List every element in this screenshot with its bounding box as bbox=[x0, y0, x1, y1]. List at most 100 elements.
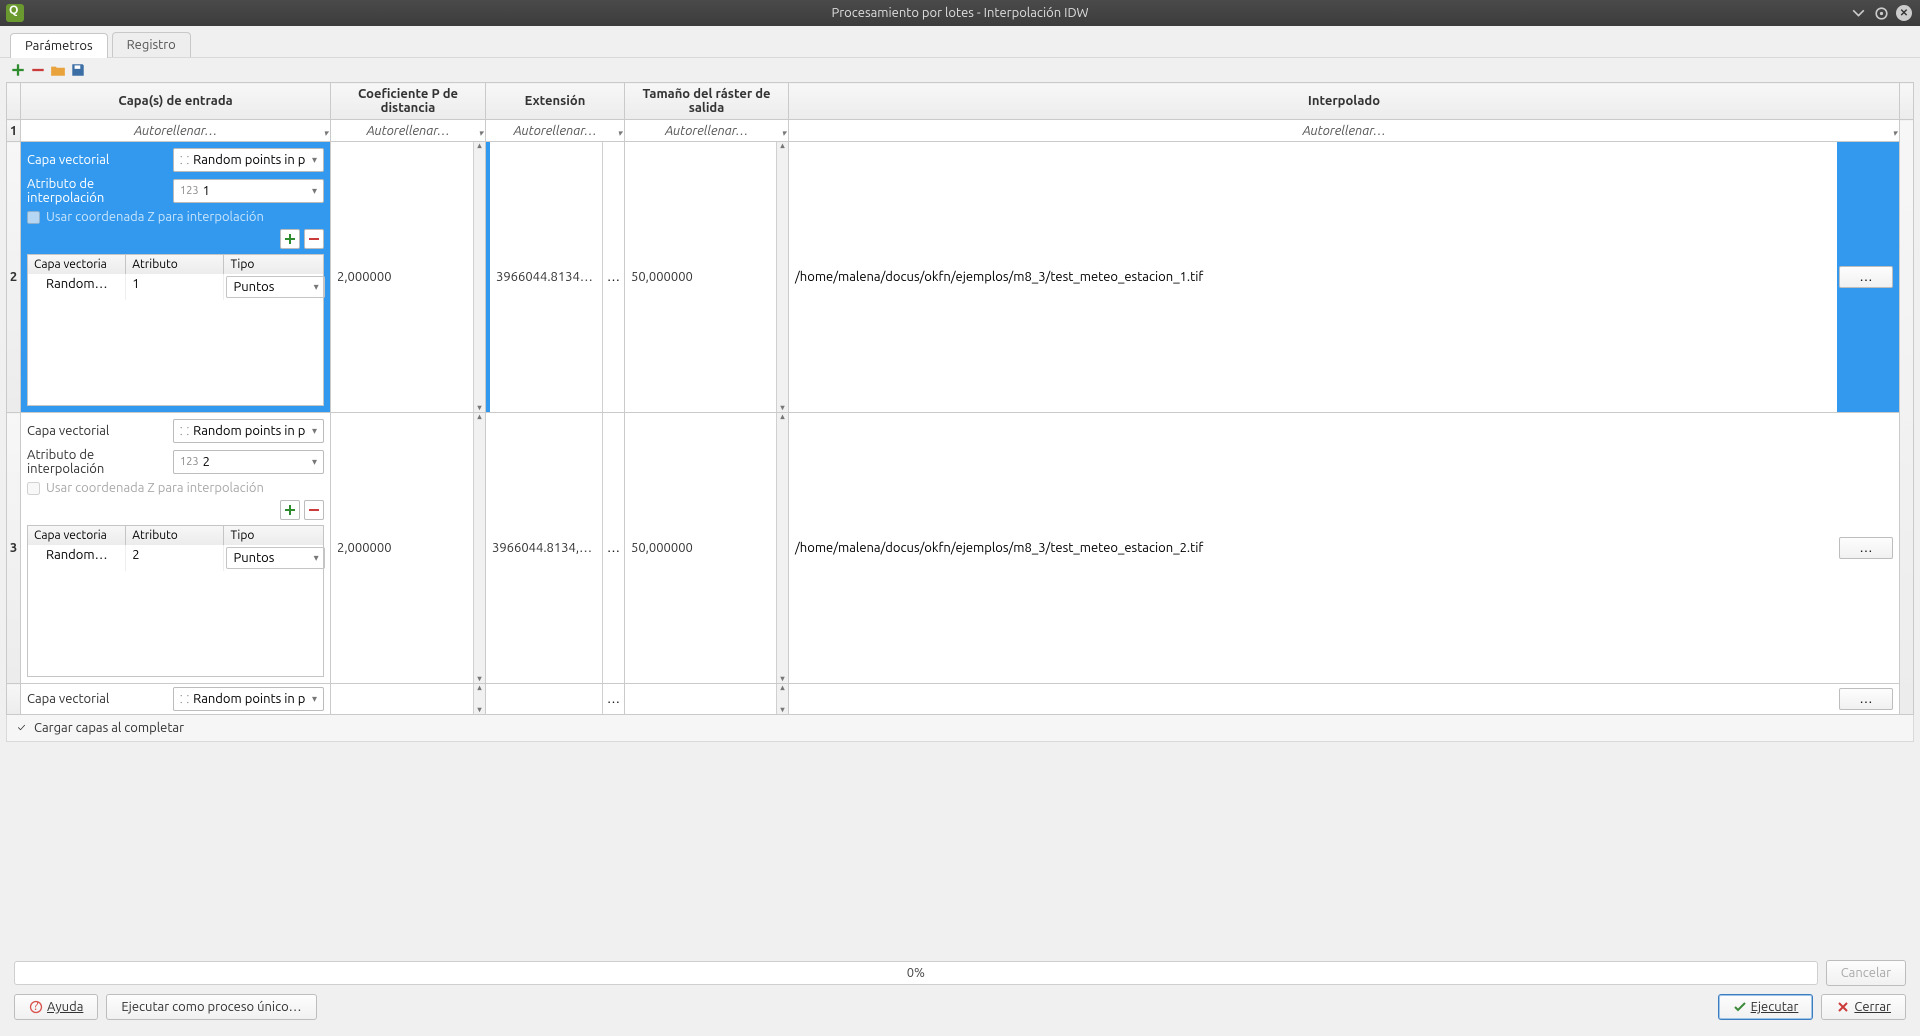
window-title: Procesamiento por lotes - Interpolación … bbox=[0, 6, 1920, 20]
attr-td-type[interactable]: Puntos▾ bbox=[226, 547, 324, 569]
attr-td-attr: 1 bbox=[126, 274, 224, 300]
cell-coef-row4[interactable]: ▴▾ bbox=[331, 684, 486, 715]
layer-panel-row4: Capa vectorial ⸬Random points in p▾ bbox=[21, 684, 330, 714]
vector-layer-select[interactable]: ⸬Random points in p▾ bbox=[173, 687, 324, 711]
vector-layer-select[interactable]: ⸬Random points in p▾ bbox=[173, 419, 324, 443]
vertical-scrollbar[interactable] bbox=[1900, 120, 1914, 715]
chevron-down-icon: ▾ bbox=[312, 154, 317, 166]
cell-interp-row4[interactable]: … bbox=[789, 684, 1900, 715]
attr-add-button[interactable] bbox=[280, 229, 300, 249]
autofill-raster[interactable]: Autorellenar…▾ bbox=[625, 120, 789, 142]
load-on-complete-row[interactable]: ✓ Cargar capas al completar bbox=[6, 715, 1914, 742]
attr-table: Capa vectoria Atributo Tipo Random… 2 Pu… bbox=[27, 525, 324, 677]
title-bar: Procesamiento por lotes - Interpolación … bbox=[0, 0, 1920, 26]
browse-output-button[interactable]: … bbox=[1839, 537, 1893, 559]
cell-coef-row3[interactable]: 2,000000▴▾ bbox=[331, 413, 486, 684]
cell-interp-row3[interactable]: /home/malena/docus/okfn/ejemplos/m8_3/te… bbox=[789, 413, 1900, 684]
run-button[interactable]: Ejecutar bbox=[1718, 994, 1814, 1020]
attr-remove-button[interactable] bbox=[304, 500, 324, 520]
help-button[interactable]: ? Ayuda bbox=[14, 994, 98, 1020]
open-batch-icon[interactable] bbox=[50, 62, 66, 78]
autofill-capas[interactable]: Autorellenar…▾ bbox=[21, 120, 331, 142]
attr-remove-button[interactable] bbox=[304, 229, 324, 249]
layer-panel-row3: Capa vectorial ⸬Random points in p▾ Atri… bbox=[21, 413, 330, 683]
cell-interp-row2[interactable]: /home/malena/docus/okfn/ejemplos/m8_3/te… bbox=[789, 142, 1900, 413]
cell-raster-row3[interactable]: 50,000000▴▾ bbox=[625, 413, 789, 684]
column-header-raster[interactable]: Tamaño del ráster de salida bbox=[625, 83, 789, 120]
interp-attr-label: Atributo de interpolación bbox=[27, 177, 167, 205]
chevron-down-icon: ▾ bbox=[478, 128, 483, 139]
column-header-interp[interactable]: Interpolado bbox=[789, 83, 1900, 120]
cell-ext-row3[interactable]: 3966044.8134,4028… bbox=[486, 413, 625, 684]
attr-th-attr: Atributo bbox=[126, 526, 224, 545]
use-z-label: Usar coordenada Z para interpolación bbox=[46, 210, 264, 224]
spinner-down-icon[interactable]: ▾ bbox=[777, 404, 788, 412]
batch-table: Capa(s) de entrada Coeficiente P de dist… bbox=[6, 82, 1914, 715]
cell-coef-row2[interactable]: 2,000000▴▾ bbox=[331, 142, 486, 413]
column-header-ext[interactable]: Extensión bbox=[486, 83, 625, 120]
attr-td-layer: Random… bbox=[28, 545, 126, 571]
batch-toolbar bbox=[0, 58, 1920, 82]
attr-td-attr: 2 bbox=[126, 545, 224, 571]
spinner-down-icon[interactable]: ▾ bbox=[474, 706, 485, 714]
cancel-button: Cancelar bbox=[1826, 960, 1906, 986]
spinner-up-icon[interactable]: ▴ bbox=[777, 684, 788, 692]
check-icon bbox=[1733, 1000, 1747, 1014]
chevron-down-icon: ▾ bbox=[314, 281, 319, 293]
cell-ext-row4[interactable]: … bbox=[486, 684, 625, 715]
interp-attr-select[interactable]: 1231▾ bbox=[173, 179, 324, 203]
use-z-checkbox bbox=[27, 482, 40, 495]
chevron-down-icon: ▾ bbox=[314, 552, 319, 564]
chevron-down-icon: ▾ bbox=[312, 456, 317, 468]
vector-layer-label: Capa vectorial bbox=[27, 424, 167, 438]
row-header-3[interactable]: 3 bbox=[7, 413, 21, 684]
load-on-complete-label: Cargar capas al completar bbox=[34, 721, 184, 735]
row-header-4[interactable] bbox=[7, 684, 21, 715]
row-header-1[interactable]: 1 bbox=[7, 120, 21, 142]
extent-picker-button[interactable]: … bbox=[602, 142, 624, 412]
spinner-down-icon[interactable]: ▾ bbox=[474, 675, 485, 683]
spinner-up-icon[interactable]: ▴ bbox=[474, 142, 485, 150]
use-z-checkbox bbox=[27, 211, 40, 224]
column-header-coef[interactable]: Coeficiente P de distancia bbox=[331, 83, 486, 120]
autofill-interp[interactable]: Autorellenar…▾ bbox=[789, 120, 1900, 142]
interp-attr-select[interactable]: 1232▾ bbox=[173, 450, 324, 474]
row-header-2[interactable]: 2 bbox=[7, 142, 21, 413]
tab-parametros[interactable]: Parámetros bbox=[10, 33, 108, 58]
close-button[interactable]: Cerrar bbox=[1821, 994, 1906, 1020]
svg-text:?: ? bbox=[33, 1000, 38, 1013]
layer-panel-row2: Capa vectorial ⸬Random points in p▾ Atri… bbox=[21, 142, 330, 412]
autofill-ext[interactable]: Autorellenar…▾ bbox=[486, 120, 625, 142]
attr-td-layer: Random… bbox=[28, 274, 126, 300]
x-icon bbox=[1836, 1000, 1850, 1014]
extent-picker-button[interactable]: … bbox=[602, 413, 624, 683]
browse-output-button[interactable]: … bbox=[1839, 688, 1893, 710]
vector-layer-select[interactable]: ⸬Random points in p▾ bbox=[173, 148, 324, 172]
remove-row-icon[interactable] bbox=[30, 62, 46, 78]
cell-ext-row2[interactable]: 3966044.8134,4028… bbox=[486, 142, 625, 413]
spinner-up-icon[interactable]: ▴ bbox=[474, 684, 485, 692]
extent-picker-button[interactable]: … bbox=[602, 684, 624, 714]
save-batch-icon[interactable] bbox=[70, 62, 86, 78]
tab-registro[interactable]: Registro bbox=[112, 32, 191, 57]
column-header-capas[interactable]: Capa(s) de entrada bbox=[21, 83, 331, 120]
spinner-down-icon[interactable]: ▾ bbox=[474, 404, 485, 412]
spinner-down-icon[interactable]: ▾ bbox=[777, 675, 788, 683]
add-row-icon[interactable] bbox=[10, 62, 26, 78]
spinner-up-icon[interactable]: ▴ bbox=[474, 413, 485, 421]
checkbox-checked-icon[interactable]: ✓ bbox=[15, 722, 28, 735]
browse-output-button[interactable]: … bbox=[1839, 266, 1893, 288]
chevron-down-icon: ▾ bbox=[312, 185, 317, 197]
spinner-down-icon[interactable]: ▾ bbox=[777, 706, 788, 714]
cell-raster-row2[interactable]: 50,000000▴▾ bbox=[625, 142, 789, 413]
autofill-coef[interactable]: Autorellenar…▾ bbox=[331, 120, 486, 142]
attr-td-type[interactable]: Puntos▾ bbox=[226, 276, 324, 298]
help-icon: ? bbox=[29, 1000, 43, 1014]
progress-bar: 0% bbox=[14, 961, 1818, 985]
spinner-up-icon[interactable]: ▴ bbox=[777, 413, 788, 421]
attr-add-button[interactable] bbox=[280, 500, 300, 520]
run-single-button[interactable]: Ejecutar como proceso único… bbox=[106, 994, 316, 1020]
spinner-up-icon[interactable]: ▴ bbox=[777, 142, 788, 150]
attr-th-type: Tipo bbox=[224, 526, 322, 545]
cell-raster-row4[interactable]: ▴▾ bbox=[625, 684, 789, 715]
